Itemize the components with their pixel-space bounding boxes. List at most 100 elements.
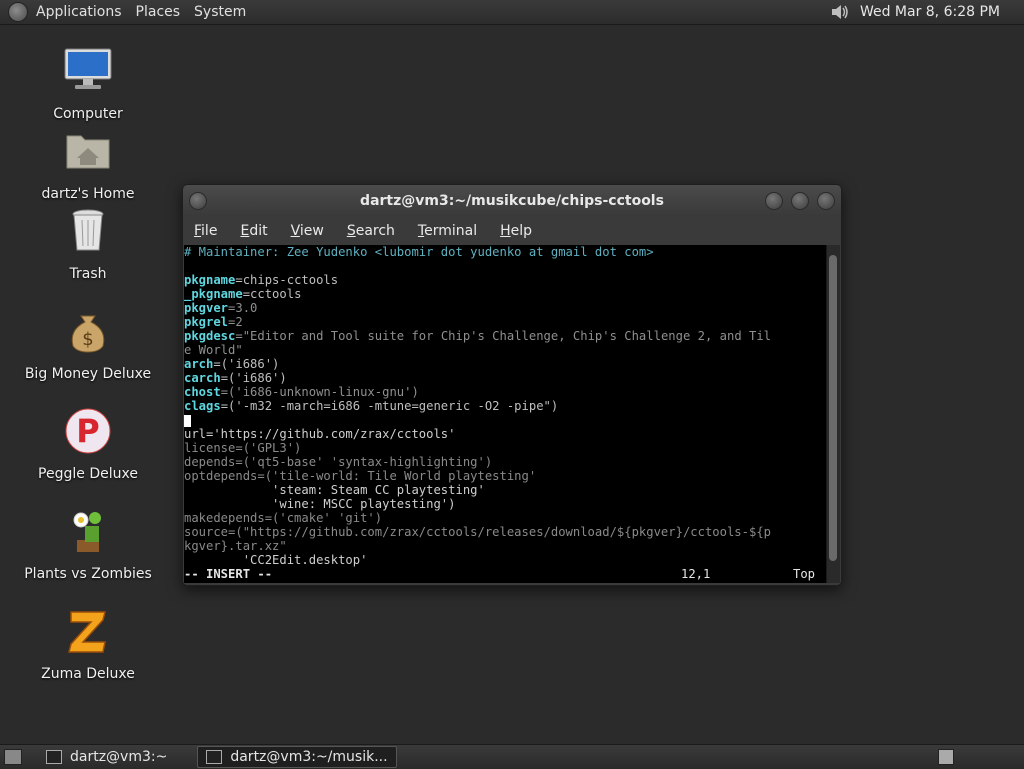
- maximize-icon[interactable]: [791, 192, 809, 210]
- menu-terminal[interactable]: Terminal: [418, 223, 477, 239]
- desktop-icon-label: Plants vs Zombies: [24, 566, 152, 582]
- code-line: _pkgname=cctools: [184, 287, 826, 301]
- taskbar-item-terminal-2[interactable]: dartz@vm3:~/musik...: [197, 746, 397, 768]
- menu-applications[interactable]: Applications: [36, 4, 122, 20]
- volume-icon[interactable]: [830, 2, 850, 22]
- code-key: pkgver: [184, 301, 229, 315]
- money-bag-icon: $: [71, 315, 105, 353]
- distro-logo-icon[interactable]: [8, 2, 28, 22]
- window-title: dartz@vm3:~/musikcube/chips-cctools: [360, 193, 664, 209]
- code-key: carch: [184, 371, 221, 385]
- code-value: =2: [228, 315, 243, 329]
- scroll-position: Top: [793, 567, 816, 581]
- cursor-line: [184, 413, 826, 427]
- code-line: 'wine: MSCC playtesting'): [184, 497, 456, 511]
- svg-text:$: $: [82, 329, 93, 350]
- terminal-icon: [46, 750, 62, 764]
- code-line: clags=('-m32 -march=i686 -mtune=generic …: [184, 399, 826, 413]
- home-folder-icon: [66, 135, 110, 169]
- taskbar-item-label: dartz@vm3:~/musik...: [230, 749, 388, 765]
- menu-system[interactable]: System: [194, 4, 246, 20]
- menu-edit[interactable]: Edit: [240, 223, 267, 239]
- menu-help[interactable]: Help: [500, 223, 532, 239]
- taskbar-item-terminal-1[interactable]: dartz@vm3:~: [38, 747, 175, 767]
- clock[interactable]: Wed Mar 8, 6:28 PM: [860, 4, 1000, 20]
- code-line: pkgname=chips-cctools: [184, 273, 826, 287]
- code-value: =('i686'): [220, 371, 287, 385]
- close-icon[interactable]: [817, 192, 835, 210]
- code-line: pkgver=3.0: [184, 301, 826, 315]
- code-line: pkgrel=2: [184, 315, 826, 329]
- terminal-menubar: File Edit View Search Terminal Help: [183, 217, 841, 245]
- desktop-icon-peggle[interactable]: P Peggle Deluxe: [13, 406, 163, 482]
- code-line: chost=('i686-unknown-linux-gnu'): [184, 385, 826, 399]
- terminal-icon: [206, 750, 223, 764]
- menu-search[interactable]: Search: [347, 223, 395, 239]
- code-value: ="Editor and Tool suite for Chip's Chall…: [235, 329, 772, 343]
- code-line: license=('GPL3'): [184, 441, 302, 455]
- text-cursor: [184, 414, 191, 427]
- code-line: 'steam: Steam CC playtesting': [184, 483, 485, 497]
- scrollbar-thumb[interactable]: [829, 255, 837, 561]
- terminal-text-area[interactable]: # Maintainer: Zee Yudenko <lubomir dot y…: [184, 245, 826, 583]
- code-line: kgver}.tar.xz": [184, 539, 287, 553]
- desktop-icon-label: Peggle Deluxe: [38, 466, 138, 482]
- top-panel: Applications Places System Wed Mar 8, 6:…: [0, 0, 1024, 25]
- desktop-icon-label: Computer: [53, 106, 123, 122]
- code-key: clags: [184, 399, 221, 413]
- code-line: carch=('i686'): [184, 371, 826, 385]
- minimize-icon[interactable]: [765, 192, 783, 210]
- desktop-icon-trash[interactable]: Trash: [13, 206, 163, 282]
- plants-vs-zombies-icon: [73, 512, 101, 552]
- code-key: chost: [184, 385, 221, 399]
- code-key: pkgname: [184, 273, 236, 287]
- window-titlebar[interactable]: dartz@vm3:~/musikcube/chips-cctools: [183, 185, 841, 217]
- code-value: =('i686-unknown-linux-gnu'): [220, 385, 419, 399]
- workspace-switcher[interactable]: [938, 749, 954, 765]
- code-line: arch=('i686'): [184, 357, 826, 371]
- menu-view[interactable]: View: [291, 223, 324, 239]
- code-value: =3.0: [228, 301, 258, 315]
- desktop-icon-label: Big Money Deluxe: [24, 366, 152, 382]
- zuma-icon: [68, 611, 106, 653]
- code-key: pkgdesc: [184, 329, 236, 343]
- code-key: _pkgname: [184, 287, 243, 301]
- desktop-icon-label: dartz's Home: [41, 186, 135, 202]
- code-value: =('i686'): [213, 357, 280, 371]
- desktop-icon-computer[interactable]: Computer: [13, 46, 163, 122]
- cursor-position: 12,1: [681, 567, 711, 581]
- desktop-icon-big-money[interactable]: $ Big Money Deluxe: [13, 306, 163, 382]
- code-line: url='https://github.com/zrax/cctools': [184, 427, 456, 441]
- taskbar-item-label: dartz@vm3:~: [70, 749, 168, 765]
- code-value: =chips-cctools: [235, 273, 339, 287]
- desktop-icon-plants-vs-zombies[interactable]: Plants vs Zombies: [13, 506, 163, 582]
- desktop-icon-zuma[interactable]: Zuma Deluxe: [13, 606, 163, 682]
- code-value: e World": [184, 343, 243, 357]
- trash-icon: [72, 209, 104, 251]
- show-desktop-icon[interactable]: [4, 749, 22, 765]
- code-value: =cctools: [242, 287, 302, 301]
- code-line: depends=('qt5-base' 'syntax-highlighting…: [184, 455, 493, 469]
- code-line: pkgdesc="Editor and Tool suite for Chip'…: [184, 329, 826, 343]
- code-key: arch: [184, 357, 214, 371]
- menu-file[interactable]: File: [194, 223, 217, 239]
- svg-text:P: P: [76, 412, 99, 450]
- code-value: =('-m32 -march=i686 -mtune=generic -O2 -…: [220, 399, 559, 413]
- code-line: optdepends=('tile-world: Tile World play…: [184, 469, 537, 483]
- menu-places[interactable]: Places: [136, 4, 181, 20]
- desktop-icon-home[interactable]: dartz's Home: [13, 126, 163, 202]
- code-key: pkgrel: [184, 315, 229, 329]
- code-comment: # Maintainer: Zee Yudenko <lubomir dot y…: [184, 245, 654, 259]
- code-line: 'CC2Edit.desktop': [184, 553, 368, 567]
- desktop-icon-label: Zuma Deluxe: [41, 666, 135, 682]
- peggle-icon: P: [65, 408, 111, 454]
- vim-status-line: -- INSERT -- 12,1 Top: [184, 567, 826, 581]
- code-line: makedepends=('cmake' 'git'): [184, 511, 383, 525]
- terminal-window: dartz@vm3:~/musikcube/chips-cctools File…: [182, 184, 842, 586]
- terminal-scrollbar[interactable]: [826, 245, 840, 583]
- vim-mode: -- INSERT --: [184, 567, 273, 581]
- bottom-panel: dartz@vm3:~ dartz@vm3:~/musik...: [0, 744, 1024, 769]
- desktop-icon-label: Trash: [69, 266, 107, 282]
- code-line: e World": [184, 343, 826, 357]
